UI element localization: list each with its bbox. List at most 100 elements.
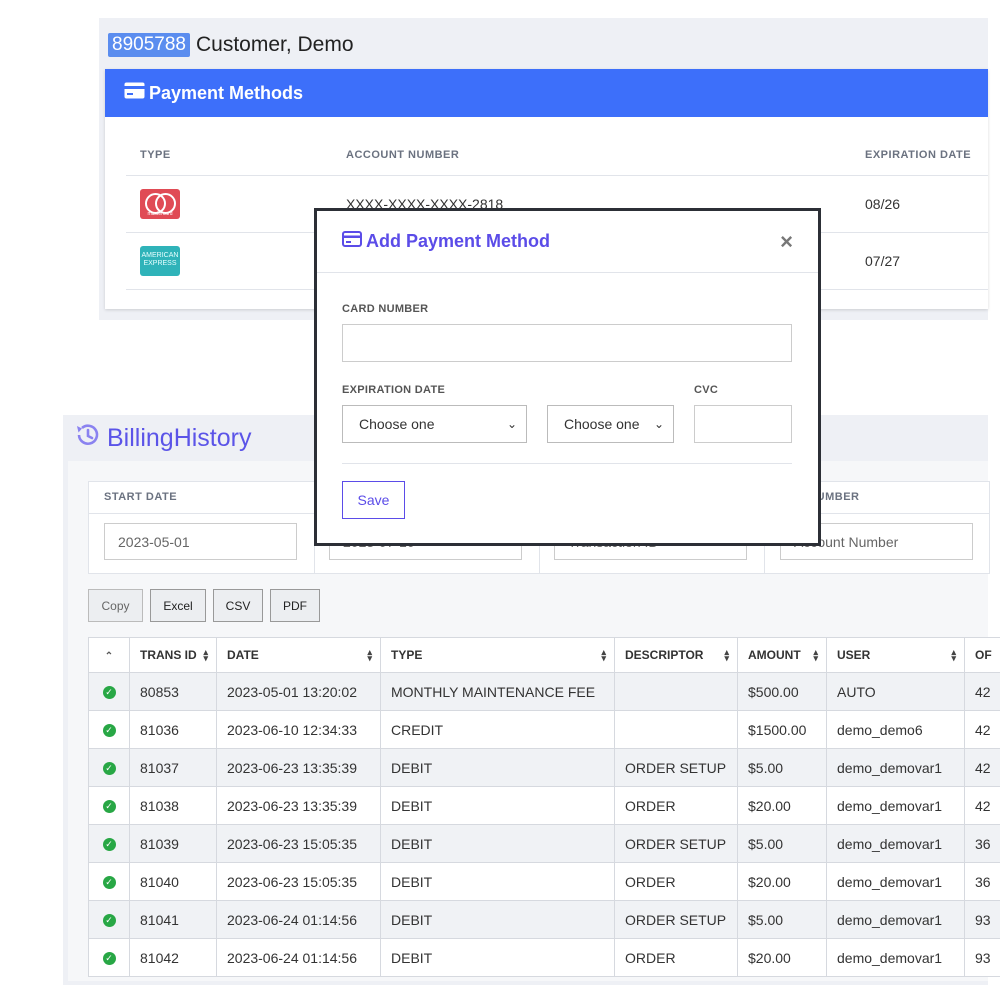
date-cell: 2023-06-24 01:14:56 [216,900,381,939]
amount-cell: $20.00 [737,862,827,901]
order-cell[interactable]: 36 [964,862,1000,901]
order-cell[interactable]: 93 [964,900,1000,939]
descriptor-cell[interactable]: ORDER SETUP [614,748,738,787]
copy-button[interactable]: Copy [88,589,143,622]
order-cell[interactable]: 42 [964,672,1000,711]
sort-icon: ▴ ▾ [951,647,956,663]
table-row[interactable]: ✓ 81042 2023-06-24 01:14:56 DEBIT ORDER $20.0… [88,938,1000,977]
mastercard-icon: mastercard [140,189,180,219]
start-date-input[interactable]: 2023-05-01 [104,523,297,560]
modal-divider [342,463,792,464]
trans-id-cell: 81042 [129,938,217,977]
amex-icon: AMERICAN EXPRESS [140,246,180,276]
expiration-month-select[interactable]: Choose one ⌄ [342,405,527,443]
pdf-button[interactable]: PDF [270,589,320,622]
type-cell: DEBIT [380,748,615,787]
expiration-date-label: EXPIRATION DATE [342,384,446,396]
column-header-order[interactable]: OF [964,637,1000,673]
order-cell[interactable]: 42 [964,786,1000,825]
billing-history-title: Billing History [75,422,252,455]
column-header-type[interactable]: TYPE ▴ ▾ [380,637,615,673]
amount-cell: $5.00 [737,748,827,787]
descriptor-cell[interactable]: ORDER SETUP [614,900,738,939]
excel-button[interactable]: Excel [150,589,206,622]
descriptor-cell[interactable]: ORDER [614,938,738,977]
table-header-row: TYPE ACCOUNT NUMBER EXPIRATION DATE [126,134,988,176]
user-cell: AUTO [826,672,965,711]
table-row[interactable]: ✓ 81041 2023-06-24 01:14:56 DEBIT ORDER SETU… [88,900,1000,939]
order-cell[interactable]: 36 [964,824,1000,863]
user-cell: demo_demovar1 [826,938,965,977]
chevron-down-icon: ⌄ [506,417,517,431]
check-circle-icon: ✓ [102,762,116,776]
date-cell: 2023-06-23 15:05:35 [216,824,381,863]
credit-card-icon [342,231,362,252]
sort-icon: ▴ ▾ [813,647,818,663]
credit-card-icon [124,82,145,104]
date-cell: 2023-05-01 13:20:02 [216,672,381,711]
table-row[interactable]: ✓ 81037 2023-06-23 13:35:39 DEBIT ORDER SETU… [88,748,1000,787]
user-cell: demo_demovar1 [826,862,965,901]
billing-history-table: ⌃ TRANS ID ▴ ▾ DATE ▴ ▾ TYPE ▴ ▾ DESCRIPTOR ▴ ▾ … [88,637,1000,977]
date-cell: 2023-06-24 01:14:56 [216,938,381,977]
trans-id-cell: 81040 [129,862,217,901]
type-cell: MONTHLY MAINTENANCE FEE [380,672,615,711]
column-header-user[interactable]: USER ▴ ▾ [826,637,965,673]
order-cell[interactable]: 42 [964,710,1000,749]
user-cell: demo_demovar1 [826,748,965,787]
save-button[interactable]: Save [342,481,405,519]
table-header-row: ⌃ TRANS ID ▴ ▾ DATE ▴ ▾ TYPE ▴ ▾ DESCRIPTOR ▴ ▾ … [88,637,1000,673]
column-header-descriptor[interactable]: DESCRIPTOR ▴ ▾ [614,637,738,673]
table-row[interactable]: ✓ 81040 2023-06-23 15:05:35 DEBIT ORDER $20.0… [88,862,1000,901]
descriptor-cell[interactable]: ORDER [614,862,738,901]
card-number-label: CARD NUMBER [342,303,429,315]
expiration-year-select[interactable]: Choose one ⌄ [547,405,674,443]
amount-cell: $5.00 [737,824,827,863]
payment-methods-title: Payment Methods [149,82,304,103]
modal-title: Add Payment Method [366,231,551,251]
check-circle-icon: ✓ [102,838,116,852]
status-cell: ✓ [88,672,130,711]
table-row[interactable]: ✓ 80853 2023-05-01 13:20:02 MONTHLY MAINTEN… [88,672,1000,711]
sort-icon: ▴ ▾ [724,647,729,663]
sort-icon: ▴ ▾ [367,647,372,663]
type-cell: DEBIT [380,786,615,825]
column-header-trans-id[interactable]: TRANS ID ▴ ▾ [129,637,217,673]
trans-id-cell: 81038 [129,786,217,825]
status-cell: ✓ [88,710,130,749]
user-cell: demo_demovar1 [826,900,965,939]
cvc-input[interactable] [694,405,792,443]
amount-cell: $5.00 [737,900,827,939]
table-row[interactable]: ✓ 81038 2023-06-23 13:35:39 DEBIT ORDER $20.0… [88,786,1000,825]
cvc-label: CVC [694,384,719,396]
trans-id-cell: 81039 [129,824,217,863]
check-circle-icon: ✓ [102,800,116,814]
check-circle-icon: ✓ [102,952,116,966]
card-number-input[interactable] [342,324,792,362]
column-header-select[interactable]: ⌃ [88,637,130,673]
customer-id-badge: 8905788 [108,32,190,57]
payment-methods-header: Payment Methods [105,69,988,117]
descriptor-cell[interactable]: ORDER [614,786,738,825]
column-header-amount[interactable]: AMOUNT ▴ ▾ [737,637,827,673]
add-payment-method-modal: Add Payment Method × CARD NUMBER EXPIRAT… [314,208,821,546]
table-row[interactable]: ✓ 81039 2023-06-23 15:05:35 DEBIT ORDER SETU… [88,824,1000,863]
check-circle-icon: ✓ [102,724,116,738]
order-cell[interactable]: 42 [964,748,1000,787]
column-header-date[interactable]: DATE ▴ ▾ [216,637,381,673]
type-cell: DEBIT [380,900,615,939]
descriptor-cell[interactable]: ORDER SETUP [614,824,738,863]
csv-button[interactable]: CSV [213,589,263,622]
check-circle-icon: ✓ [102,876,116,890]
check-circle-icon: ✓ [102,686,116,700]
expiration-date: 07/27 [865,253,901,269]
status-cell: ✓ [88,938,130,977]
chevron-up-icon: ⌃ [104,651,114,662]
date-cell: 2023-06-23 13:35:39 [216,748,381,787]
trans-id-cell: 80853 [129,672,217,711]
order-cell[interactable]: 93 [964,938,1000,977]
close-icon[interactable]: × [780,229,793,255]
table-row[interactable]: ✓ 81036 2023-06-10 12:34:33 CREDIT $1500.00 d… [88,710,1000,749]
column-header-expiration: EXPIRATION DATE [865,148,972,161]
date-cell: 2023-06-23 15:05:35 [216,862,381,901]
